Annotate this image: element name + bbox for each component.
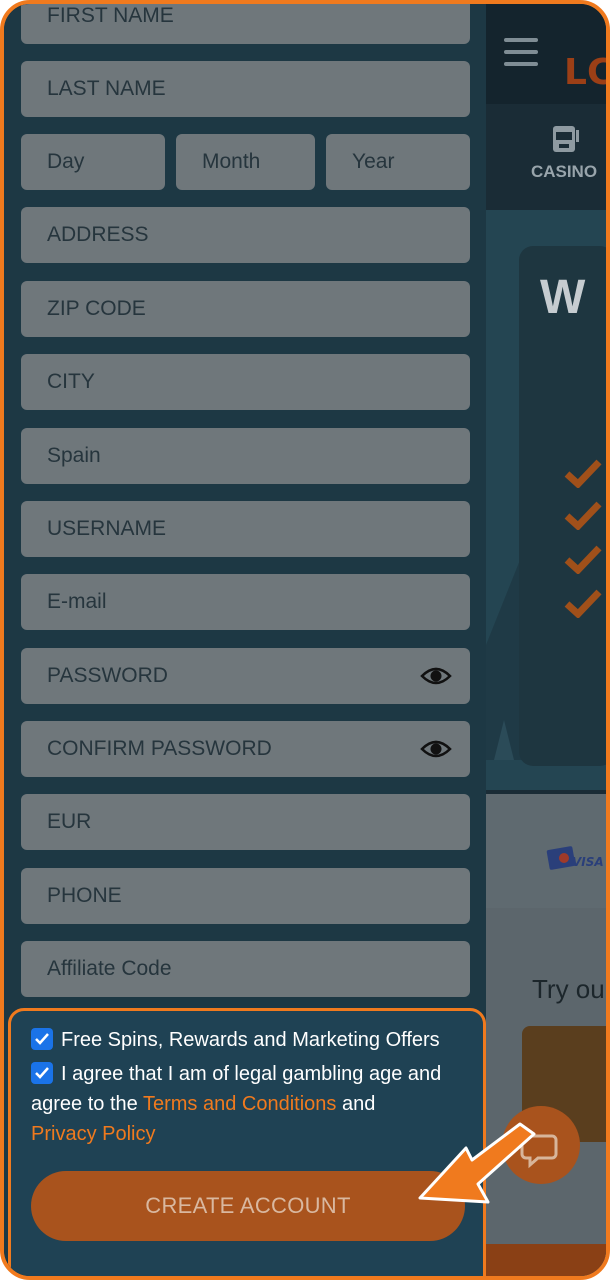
- age-text-and: and: [336, 1093, 376, 1115]
- pointer-arrow-icon: [418, 1122, 536, 1204]
- checkmark-icon: [35, 1033, 49, 1045]
- country-select[interactable]: Spain: [21, 428, 470, 484]
- city-field[interactable]: CITY: [21, 354, 470, 410]
- password-field[interactable]: PASSWORD: [21, 648, 470, 704]
- birth-day-field[interactable]: Day: [21, 134, 165, 190]
- age-consent[interactable]: I agree that I am of legal gambling age …: [31, 1059, 471, 1149]
- games-title: Try ou: [532, 974, 605, 1004]
- birth-year-field[interactable]: Year: [326, 134, 470, 190]
- consent-section: Free Spins, Rewards and Marketing Offers…: [8, 1008, 486, 1276]
- email-field[interactable]: E-mail: [21, 574, 470, 630]
- checkmark-icon: [35, 1067, 49, 1079]
- svg-text:VISA: VISA: [572, 855, 604, 869]
- tab-casino-label: CASINO: [530, 162, 598, 181]
- username-field[interactable]: USERNAME: [21, 501, 470, 557]
- first-name-field[interactable]: FIRST NAME: [21, 4, 470, 44]
- slot-machine-icon: [553, 126, 579, 152]
- visa-card-icon: VISA: [546, 846, 604, 870]
- menu-icon[interactable]: [504, 38, 538, 66]
- tab-casino[interactable]: CASINO: [514, 122, 606, 182]
- background-site: LC CASINO W VISA Try ou: [484, 4, 606, 1276]
- checkmark-icon: [564, 545, 602, 574]
- confirm-password-placeholder: CONFIRM PASSWORD: [47, 737, 272, 760]
- phone-field[interactable]: PHONE: [21, 868, 470, 924]
- password-placeholder: PASSWORD: [47, 664, 168, 687]
- eye-icon[interactable]: [420, 665, 452, 687]
- checkmark-icon: [564, 589, 602, 618]
- footer-strip: [484, 1244, 606, 1276]
- checkmark-icon: [564, 501, 602, 530]
- checkmark-icon: [564, 459, 602, 488]
- privacy-link[interactable]: Privacy Policy: [31, 1123, 155, 1145]
- screenshot-frame: LC CASINO W VISA Try ou FIRST NAME LAST …: [0, 0, 610, 1280]
- last-name-field[interactable]: LAST NAME: [21, 61, 470, 117]
- offers-label: Free Spins, Rewards and Marketing Offers: [61, 1029, 440, 1051]
- offers-checkbox[interactable]: [31, 1028, 53, 1050]
- address-field[interactable]: ADDRESS: [21, 207, 470, 263]
- site-header: LC: [484, 4, 606, 104]
- hero-banner: W: [484, 210, 606, 790]
- age-checkbox[interactable]: [31, 1062, 53, 1084]
- affiliate-code-field[interactable]: Affiliate Code: [21, 941, 470, 997]
- zip-code-field[interactable]: ZIP CODE: [21, 281, 470, 337]
- offers-consent[interactable]: Free Spins, Rewards and Marketing Offers: [31, 1025, 440, 1055]
- eye-icon[interactable]: [420, 738, 452, 760]
- terms-link[interactable]: Terms and Conditions: [143, 1093, 336, 1115]
- create-account-button[interactable]: CREATE ACCOUNT: [31, 1171, 465, 1241]
- birth-month-field[interactable]: Month: [176, 134, 315, 190]
- hero-title: W: [540, 271, 586, 324]
- site-logo[interactable]: LC: [564, 52, 606, 93]
- currency-select[interactable]: EUR: [21, 794, 470, 850]
- confirm-password-field[interactable]: CONFIRM PASSWORD: [21, 721, 470, 777]
